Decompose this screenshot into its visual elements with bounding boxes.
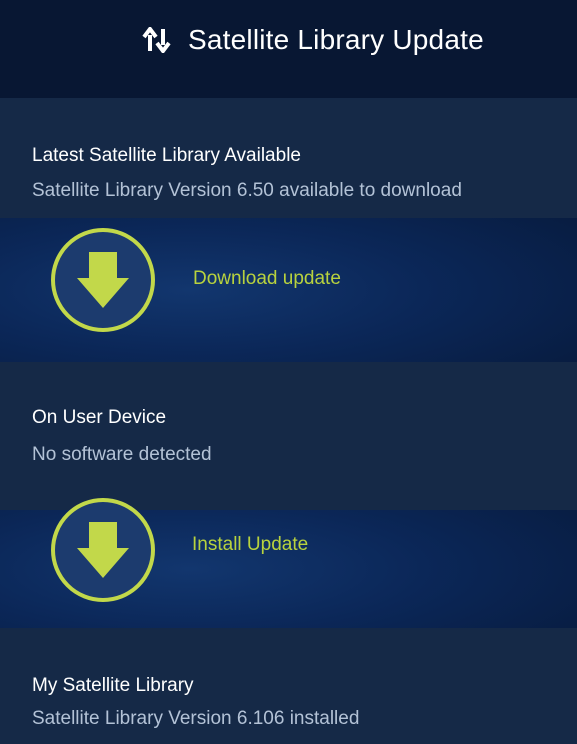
my-library-status: Satellite Library Version 6.106 installe… <box>32 708 360 729</box>
download-arrow-icon <box>77 252 129 308</box>
my-library-heading: My Satellite Library <box>32 675 194 696</box>
install-update-button[interactable] <box>51 498 155 602</box>
download-arrow-icon <box>77 522 129 578</box>
page-title: Satellite Library Update <box>188 24 484 55</box>
up-down-arrows-icon <box>142 20 178 60</box>
user-device-status: No software detected <box>32 444 212 465</box>
latest-library-heading: Latest Satellite Library Available <box>32 145 301 166</box>
install-update-link[interactable]: Install Update <box>192 534 308 556</box>
latest-library-status: Satellite Library Version 6.50 available… <box>32 180 462 201</box>
my-library-section: My Satellite Library Satellite Library V… <box>0 628 577 744</box>
header-bar: Satellite Library Update <box>0 0 577 98</box>
user-device-section: On User Device No software detected <box>0 362 577 510</box>
download-update-link[interactable]: Download update <box>193 268 341 290</box>
download-action-band: Download update <box>0 218 577 362</box>
latest-library-section: Latest Satellite Library Available Satel… <box>0 98 577 218</box>
install-action-band: Install Update <box>0 498 577 628</box>
header-title-group: Satellite Library Update <box>142 20 484 60</box>
user-device-heading: On User Device <box>32 407 167 428</box>
download-update-button[interactable] <box>51 228 155 332</box>
